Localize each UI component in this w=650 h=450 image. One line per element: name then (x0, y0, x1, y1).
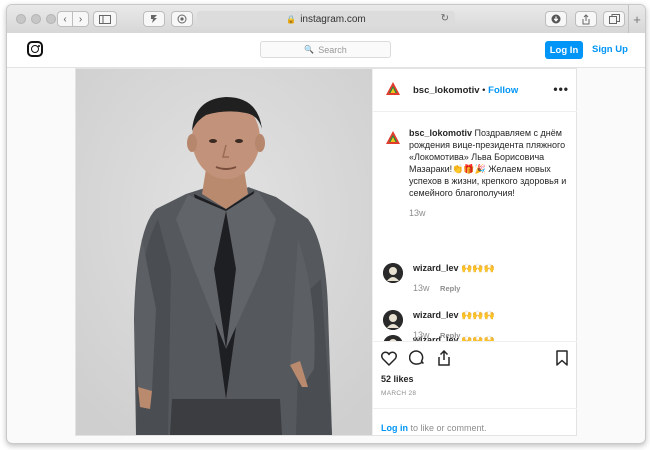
lock-icon: 🔒 (286, 14, 297, 24)
downloads-button[interactable] (545, 11, 567, 27)
post-header: bsc_lokomotiv • Follow ••• (373, 69, 577, 112)
login-link[interactable]: Log in (381, 423, 408, 433)
new-tab-button[interactable]: + (628, 5, 645, 33)
chevron-right-icon: › (78, 13, 83, 25)
more-options-icon[interactable]: ••• (553, 82, 569, 96)
reply-button[interactable]: Reply (440, 284, 460, 293)
close-window-button[interactable] (16, 14, 26, 24)
share-icon (582, 13, 590, 24)
minimize-window-button[interactable] (31, 14, 41, 24)
comments-list: bsc_lokomotiv Поздравляем с днём рождени… (373, 111, 577, 341)
browser-window: ‹ › 🔒 instagram.com ↻ + 🔍 Search Log In … (6, 4, 646, 444)
post-caption: bsc_lokomotiv Поздравляем с днём рождени… (409, 127, 571, 219)
comment-icon[interactable] (409, 350, 425, 366)
list-item: wizard_lev 🙌🙌🙌 13w Reply (413, 263, 495, 293)
back-button[interactable]: ‹ (57, 11, 73, 27)
comment-username[interactable]: wizard_lev (413, 263, 459, 273)
avatar[interactable] (383, 263, 403, 283)
comment-text: 🙌🙌🙌 (461, 263, 495, 273)
caption-text: Поздравляем с днём рождения вице-президе… (409, 128, 567, 198)
forward-button[interactable]: › (73, 11, 89, 27)
extension-icon (151, 15, 157, 23)
share-icon[interactable] (437, 350, 451, 366)
caption-username[interactable]: bsc_lokomotiv (409, 128, 472, 138)
share-browser-button[interactable] (575, 11, 597, 27)
zoom-window-button[interactable] (46, 14, 56, 24)
extension-button[interactable] (143, 11, 165, 27)
user-avatar-icon (383, 263, 403, 283)
shield-icon (177, 14, 187, 24)
heart-icon[interactable] (381, 351, 397, 366)
comment-time[interactable]: 13w (413, 283, 430, 293)
bookmark-icon[interactable] (556, 350, 568, 366)
post-date[interactable]: MARCH 28 (381, 390, 416, 397)
chevron-left-icon: ‹ (63, 13, 67, 25)
avatar[interactable] (383, 310, 403, 330)
search-input[interactable]: 🔍 Search (260, 41, 391, 58)
tabs-overview-button[interactable] (603, 11, 625, 27)
avatar[interactable] (383, 80, 403, 100)
address-bar[interactable]: 🔒 instagram.com ↻ (197, 11, 455, 27)
comment-text: 🙌🙌🙌 (461, 310, 495, 320)
instagram-header: 🔍 Search Log In Sign Up (7, 33, 645, 68)
post-author-line: bsc_lokomotiv • Follow (413, 85, 518, 96)
instagram-logo-icon[interactable] (27, 41, 43, 57)
login-prompt: Log in to like or comment. (373, 408, 577, 437)
download-icon (551, 14, 561, 24)
author-username[interactable]: bsc_lokomotiv (413, 85, 480, 96)
signup-link[interactable]: Sign Up (592, 44, 628, 55)
user-avatar-icon (383, 310, 403, 330)
sidebar-icon (99, 14, 111, 24)
privacy-button[interactable] (171, 11, 193, 27)
post-card: bsc_lokomotiv • Follow ••• bsc_lokomotiv… (75, 68, 577, 436)
login-button[interactable]: Log In (545, 41, 583, 59)
search-icon: 🔍 (304, 45, 315, 54)
caption-time[interactable]: 13w (409, 207, 571, 219)
post-photo[interactable] (76, 69, 372, 435)
lokomotiv-logo-icon (383, 80, 403, 100)
search-placeholder: Search (318, 44, 347, 55)
photo-man-in-suit (76, 69, 372, 435)
browser-toolbar: ‹ › 🔒 instagram.com ↻ + (7, 5, 645, 34)
avatar[interactable] (383, 129, 403, 149)
login-prompt-text: to like or comment. (408, 423, 487, 433)
tabs-icon (608, 14, 620, 24)
lokomotiv-logo-icon (383, 129, 403, 149)
post-sidebar: bsc_lokomotiv • Follow ••• bsc_lokomotiv… (372, 69, 577, 435)
follow-button[interactable]: Follow (488, 85, 518, 96)
sidebar-button[interactable] (93, 11, 117, 27)
post-actions: 52 likes MARCH 28 Log in to like or comm… (373, 341, 577, 436)
comment-username[interactable]: wizard_lev (413, 310, 459, 320)
likes-count[interactable]: 52 likes (381, 374, 414, 384)
reload-icon[interactable]: ↻ (441, 13, 449, 24)
separator-dot: • (482, 85, 486, 96)
url-text: instagram.com (300, 13, 366, 25)
